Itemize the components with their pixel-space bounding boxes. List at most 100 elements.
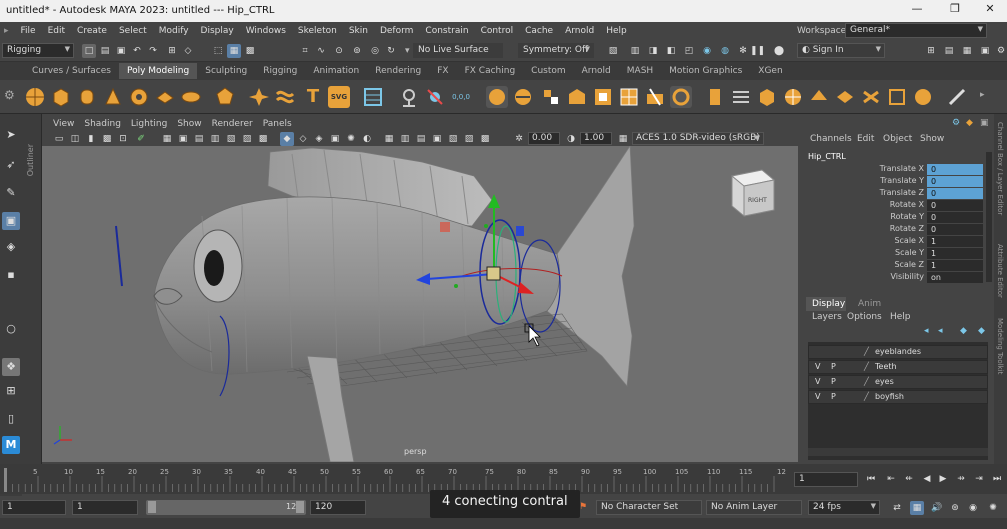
select-object-icon[interactable]: ◇	[181, 44, 195, 58]
new-layer-icon[interactable]: ◆	[960, 326, 967, 336]
playback-end-field[interactable]: 120	[310, 500, 366, 515]
menuset-dropdown[interactable]: Rigging ▼	[2, 43, 74, 58]
uv-editor-icon[interactable]	[782, 86, 804, 108]
panel-menu-renderer[interactable]: Renderer	[207, 119, 258, 129]
range-end-handle[interactable]	[296, 501, 304, 513]
shelf-tab-poly-modeling[interactable]: Poly Modeling	[118, 63, 198, 79]
playback-options-icon[interactable]: ✺	[986, 501, 1000, 515]
safe-title-icon[interactable]: ▩	[256, 132, 270, 146]
target-weld-icon[interactable]	[670, 86, 692, 108]
layer-menu-layers[interactable]: Layers	[812, 312, 842, 322]
layer-row-eyes[interactable]: V P ╱ eyes	[808, 375, 988, 389]
channel-row-scale-x[interactable]: Scale X1	[802, 236, 994, 248]
image-plane-icon[interactable]: ▩	[100, 132, 114, 146]
range-bar[interactable]: 120	[146, 500, 306, 515]
snap-surface-icon[interactable]: ◎	[368, 44, 382, 58]
go-to-end-icon[interactable]: ⏭	[990, 472, 1004, 486]
range-start-handle[interactable]	[148, 501, 156, 513]
field-chart-icon[interactable]: ▧	[224, 132, 238, 146]
layer-move-down-icon[interactable]: ◂	[938, 326, 943, 336]
shelf-tab-arnold[interactable]: Arnold	[574, 63, 619, 79]
gate-mask-icon[interactable]: ▥	[208, 132, 222, 146]
channel-row-scale-z[interactable]: Scale Z1	[802, 260, 994, 272]
gamma-field[interactable]: 1.00	[580, 132, 612, 145]
anti-aliasing-icon[interactable]: ▨	[462, 132, 476, 146]
move-tool-icon[interactable]: ▣	[2, 212, 20, 230]
channel-key-icon[interactable]: ◆	[966, 118, 973, 128]
menu-deform[interactable]: Deform	[374, 26, 419, 36]
outliner-toggle-icon[interactable]: ⚙	[994, 44, 1007, 58]
sew-uv-icon[interactable]	[912, 86, 934, 108]
poly-torus-icon[interactable]	[128, 86, 150, 108]
wireframe-icon[interactable]: ◆	[280, 132, 294, 146]
light-editor-icon[interactable]: ✻	[736, 44, 750, 58]
sign-in-dropdown[interactable]: ◐ Sign In ▼	[797, 43, 885, 58]
side-tab-attribute-editor[interactable]: Attribute Editor	[996, 244, 1004, 298]
poly-cube-icon[interactable]	[50, 86, 72, 108]
spherical-map-icon[interactable]	[860, 86, 882, 108]
fill-hole-icon[interactable]	[592, 86, 614, 108]
gamma-icon[interactable]: ◑	[564, 132, 578, 146]
type-tool-icon[interactable]: T	[302, 86, 324, 108]
channel-row-visibility[interactable]: Visibility on	[802, 272, 994, 284]
snap-live-icon[interactable]: ↻	[384, 44, 398, 58]
play-forward-icon[interactable]: ▶	[936, 472, 950, 486]
poly-disc-icon[interactable]	[180, 86, 202, 108]
loop-icon[interactable]: ⇄	[890, 501, 904, 515]
layer-menu-help[interactable]: Help	[890, 312, 911, 322]
minimize-button[interactable]: —	[902, 2, 932, 20]
motion-blur-icon[interactable]: ▧	[446, 132, 460, 146]
menu-windows[interactable]: Windows	[240, 26, 292, 36]
xray-icon[interactable]: ▦	[382, 132, 396, 146]
render-settings-icon[interactable]: ◰	[682, 44, 696, 58]
snap-curve-icon[interactable]: ∿	[314, 44, 328, 58]
channel-row-rotate-x[interactable]: Rotate X0	[802, 200, 994, 212]
multi-cut-icon[interactable]	[644, 86, 666, 108]
menu-file[interactable]: File	[15, 26, 42, 36]
fps-dropdown[interactable]: 24 fps ▼	[808, 500, 880, 515]
shelf-tab-mash[interactable]: MASH	[619, 63, 661, 79]
side-tab-modeling-toolkit[interactable]: Modeling Toolkit	[996, 318, 1004, 374]
modeling-toolkit-icon[interactable]: ⊞	[924, 44, 938, 58]
undo-icon[interactable]: ↶	[130, 44, 144, 58]
tearoff-icon[interactable]: ▸	[0, 26, 15, 36]
pause-viewport-icon[interactable]: ❚❚	[750, 44, 765, 58]
layer-hscrollbar[interactable]	[808, 448, 988, 456]
mirror-icon[interactable]	[756, 86, 778, 108]
layer-row-boyfish[interactable]: V P ╱ boyfish	[808, 390, 988, 404]
two-view-icon[interactable]: ▯	[2, 410, 20, 428]
isolate-select-icon[interactable]: ▤	[414, 132, 428, 146]
poly-cone-icon[interactable]	[102, 86, 124, 108]
four-view-icon[interactable]: ⊞	[2, 382, 20, 400]
paint-tool-icon[interactable]	[946, 86, 968, 108]
layer-move-up-icon[interactable]: ◂	[924, 326, 929, 336]
last-tool-icon[interactable]: ○	[2, 320, 20, 338]
scene-start-field[interactable]: 1	[2, 500, 66, 515]
channelbox-tab-channels[interactable]: Channels	[810, 134, 852, 144]
use-all-lights-icon[interactable]: ✺	[344, 132, 358, 146]
shelf-scroll-icon[interactable]: ▸	[980, 90, 985, 100]
time-ruler[interactable]	[0, 464, 792, 494]
shelf-tab-sculpting[interactable]: Sculpting	[197, 63, 255, 79]
layer-row-teeth[interactable]: V P ╱ Teeth	[808, 360, 988, 374]
menu-edit[interactable]: Edit	[42, 26, 71, 36]
make-hole-icon[interactable]	[618, 86, 640, 108]
planar-map-icon[interactable]	[808, 86, 830, 108]
quad-draw-icon[interactable]	[704, 86, 726, 108]
view-transform-icon[interactable]: ▦	[616, 132, 630, 146]
select-tool-icon[interactable]: ➤	[2, 126, 20, 144]
sweep-mesh-icon[interactable]	[274, 86, 296, 108]
sculpt-geometry-icon[interactable]: 0,0,0	[450, 86, 472, 108]
depth-of-field-icon[interactable]: ▩	[478, 132, 492, 146]
menu-arnold[interactable]: Arnold	[559, 26, 600, 36]
rotate-tool-icon[interactable]: ◈	[2, 238, 20, 256]
mask-icon[interactable]: ▩	[243, 44, 257, 58]
snap-view-icon[interactable]: ⊚	[350, 44, 364, 58]
viewport-canvas[interactable]: RIGHT	[42, 146, 798, 462]
menu-cache[interactable]: Cache	[519, 26, 559, 36]
menu-control[interactable]: Control	[475, 26, 520, 36]
maximize-button[interactable]: ❐	[940, 2, 970, 20]
symmetry-dropdown[interactable]: Symmetry: Off ▼	[518, 43, 594, 58]
open-scene-icon[interactable]: ▤	[98, 44, 112, 58]
svg-tool-icon[interactable]: SVG	[328, 86, 350, 108]
